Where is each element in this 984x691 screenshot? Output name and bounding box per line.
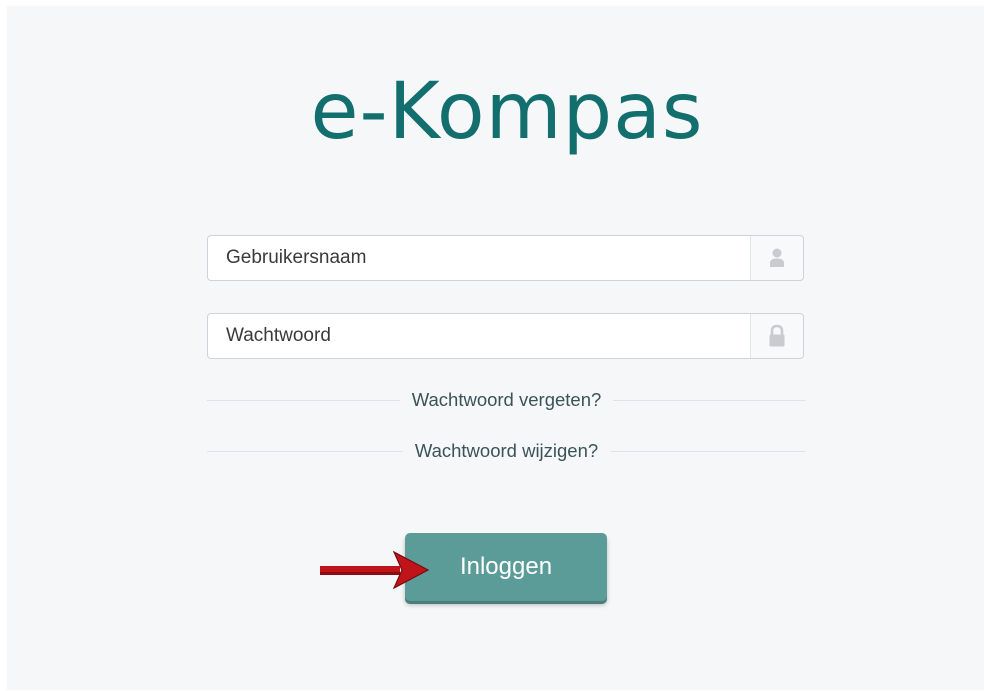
change-password-row: Wachtwoord wijzigen?: [207, 439, 806, 463]
divider-line: [610, 450, 806, 452]
password-field[interactable]: [207, 313, 804, 359]
login-button[interactable]: Inloggen: [405, 533, 607, 601]
user-icon: [750, 236, 803, 280]
login-panel: e-Kompas Wachtwoord vergeten? Wachtwoord…: [7, 6, 984, 690]
divider-line: [613, 399, 806, 401]
forgot-password-row: Wachtwoord vergeten?: [207, 388, 806, 412]
red-arrow-icon: [318, 549, 430, 596]
username-field[interactable]: [207, 235, 804, 281]
username-input[interactable]: [208, 236, 753, 280]
app-logo: e-Kompas: [310, 67, 704, 157]
lock-icon: [750, 314, 803, 358]
forgot-password-link[interactable]: Wachtwoord vergeten?: [400, 389, 614, 411]
password-input[interactable]: [208, 314, 753, 358]
change-password-link[interactable]: Wachtwoord wijzigen?: [403, 440, 610, 462]
divider-line: [207, 450, 403, 452]
divider-line: [207, 399, 400, 401]
